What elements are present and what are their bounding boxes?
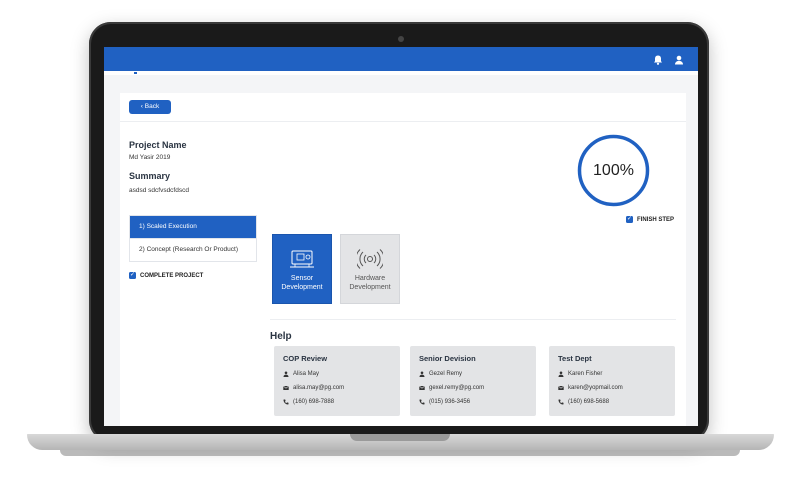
section-divider xyxy=(270,319,676,320)
contact-phone-row: (160) 698-5688 xyxy=(558,399,609,405)
step-list: 1) Scaled Execution 2) Concept (Research… xyxy=(129,215,257,262)
contact-email-row: alisa.may@pg.com xyxy=(283,385,344,391)
phone-icon xyxy=(419,399,425,405)
tile-line-2: Development xyxy=(349,284,391,291)
contact-phone-row: (160) 698-7888 xyxy=(283,399,334,405)
checkmark-icon: ✓ xyxy=(129,272,136,279)
back-button[interactable]: ‹ Back xyxy=(129,100,171,114)
project-panel: ‹ Back Project Name Md Yasir 2019 Summar… xyxy=(120,93,686,426)
tile-sensor-development[interactable]: Sensor Development xyxy=(272,234,332,304)
envelope-icon xyxy=(558,385,564,390)
project-name-label: Project Name xyxy=(129,140,187,150)
project-name-value: Md Yasir 2019 xyxy=(129,154,171,161)
back-row: ‹ Back xyxy=(120,93,686,122)
contact-phone[interactable]: (160) 698-5688 xyxy=(568,399,609,405)
sub-header xyxy=(104,71,698,75)
sensor-board-icon xyxy=(290,250,314,268)
step-item-scaled-execution[interactable]: 1) Scaled Execution xyxy=(130,216,256,238)
user-icon xyxy=(558,371,564,377)
laptop-notch xyxy=(350,434,450,441)
envelope-icon xyxy=(419,385,425,390)
menu-indicator xyxy=(134,72,137,74)
help-card-test-dept: Test Dept Karen Fisher karen@yopmail.com… xyxy=(549,346,675,416)
card-title: Senior Devision xyxy=(419,354,476,363)
help-card-cop-review: COP Review Alisa May alisa.may@pg.com (1… xyxy=(274,346,400,416)
step-item-concept[interactable]: 2) Concept (Research Or Product) xyxy=(130,238,256,261)
help-card-senior-devision: Senior Devision Gezel Remy gexel.remy@pg… xyxy=(410,346,536,416)
card-title: Test Dept xyxy=(558,354,592,363)
contact-email[interactable]: alisa.may@pg.com xyxy=(293,385,344,391)
contact-name-row: Alisa May xyxy=(283,371,319,377)
finish-step-label: FINISH STEP xyxy=(637,216,675,223)
tile-line-2: Development xyxy=(281,284,323,291)
progress-percentage: 100% xyxy=(593,162,634,179)
tile-line-1: Hardware xyxy=(354,275,386,282)
user-icon xyxy=(283,371,289,377)
back-button-label: Back xyxy=(144,103,160,110)
user-icon[interactable] xyxy=(673,53,685,65)
phone-icon xyxy=(283,399,289,405)
contact-name-row: Karen Fisher xyxy=(558,371,602,377)
checkmark-icon: ✓ xyxy=(626,216,633,223)
contact-phone-row: (015) 936-3456 xyxy=(419,399,470,405)
contact-name: Gezel Remy xyxy=(429,371,463,377)
envelope-icon xyxy=(283,385,289,390)
tile-line-1: Sensor xyxy=(290,275,314,282)
complete-project-label: COMPLETE PROJECT xyxy=(140,272,204,279)
phone-icon xyxy=(558,399,564,405)
card-title: COP Review xyxy=(283,354,328,363)
contact-email-row: karen@yopmail.com xyxy=(558,385,623,391)
contact-phone[interactable]: (160) 698-7888 xyxy=(293,399,334,405)
contact-name-row: Gezel Remy xyxy=(419,371,462,377)
top-navbar xyxy=(104,47,698,71)
screen: ‹ Back Project Name Md Yasir 2019 Summar… xyxy=(104,47,698,426)
webcam-icon xyxy=(398,36,404,42)
tile-hardware-development[interactable]: Hardware Development xyxy=(340,234,400,304)
contact-phone[interactable]: (015) 936-3456 xyxy=(429,399,470,405)
laptop-shadow xyxy=(60,450,740,456)
contact-name: Karen Fisher xyxy=(568,371,603,377)
summary-value: asdsd sdcfvsdcfdscd xyxy=(129,187,189,194)
contact-email-row: gexel.remy@pg.com xyxy=(419,385,484,391)
contact-email[interactable]: gexel.remy@pg.com xyxy=(429,385,484,391)
bell-icon[interactable] xyxy=(652,53,664,65)
contact-name: Alisa May xyxy=(293,371,320,377)
finish-step-checkbox[interactable]: ✓ FINISH STEP xyxy=(626,216,674,223)
wireless-signal-icon xyxy=(357,249,383,269)
summary-label: Summary xyxy=(129,171,171,181)
contact-email[interactable]: karen@yopmail.com xyxy=(568,385,623,391)
help-title: Help xyxy=(270,331,292,342)
user-icon xyxy=(419,371,425,377)
complete-project-checkbox[interactable]: ✓ COMPLETE PROJECT xyxy=(129,272,203,279)
